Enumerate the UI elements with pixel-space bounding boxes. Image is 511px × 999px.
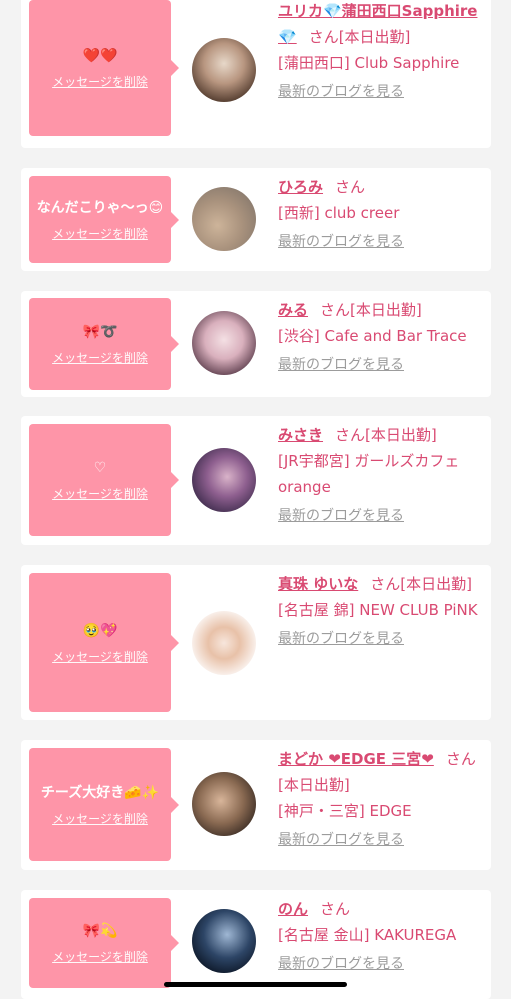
cast-name-link[interactable]: みる [278,301,308,319]
honorific: さん [320,900,351,918]
blog-link[interactable]: 最新のブログを見る [278,830,483,850]
avatar[interactable] [192,38,256,102]
message-card: 🎀➰ メッセージを削除 みる さん[本日出勤] [渋谷] Cafe and Bar… [21,291,491,397]
message-text: 🎀➰ [82,324,118,340]
delete-message-link[interactable]: メッセージを削除 [52,73,148,90]
status-badge: [本日出勤] [338,28,411,46]
message-text: 🎀💫 [82,923,118,939]
delete-message-link[interactable]: メッセージを削除 [52,225,148,242]
blog-link[interactable]: 最新のブログを見る [278,629,483,649]
shop-name: [JR宇都宮] ガールズカフェ orange [278,452,460,496]
avatar[interactable] [192,611,256,675]
message-bubble: なんだこりゃ〜っ😊 メッセージを削除 [29,176,179,263]
home-indicator[interactable] [164,982,347,987]
shop-name: [西新] club creer [278,204,400,222]
cast-name-link[interactable]: まどか ❤EDGE 三宮❤ [278,750,434,768]
honorific: さん [335,426,366,444]
message-card: 🥹💖 メッセージを削除 真珠 ゆいな さん[本日出勤] [名古屋 錦] NEW C… [21,565,491,720]
blog-link[interactable]: 最新のブログを見る [278,954,483,974]
honorific: さん [445,750,476,768]
avatar[interactable] [192,448,256,512]
message-bubble: 🎀➰ メッセージを削除 [29,298,179,390]
status-badge: [本日出勤] [350,301,422,319]
message-bubble: ❤️❤️ メッセージを削除 [29,0,179,136]
honorific: さん [320,301,351,319]
shop-name: [神戸・三宮] EDGE [278,802,412,820]
status-badge: [本日出勤] [400,575,472,593]
cast-name-link[interactable]: のん [278,900,308,918]
avatar[interactable] [192,311,256,375]
message-text: なんだこりゃ〜っ😊 [36,199,164,216]
shop-name: [名古屋 金山] KAKUREGA [278,926,457,944]
shop-name: [渋谷] Cafe and Bar Trace [278,327,467,345]
avatar[interactable] [192,772,256,836]
cast-name-link[interactable]: 真珠 ゆいな [278,575,358,593]
honorific: さん [370,575,401,593]
avatar[interactable] [192,187,256,251]
avatar[interactable] [192,909,256,973]
message-bubble: 🥹💖 メッセージを削除 [29,573,179,712]
shop-name: [名古屋 錦] NEW CLUB PiNK [278,601,478,619]
delete-message-link[interactable]: メッセージを削除 [52,349,148,366]
message-text: チーズ大好き🧀✨ [40,784,160,801]
blog-link[interactable]: 最新のブログを見る [278,232,483,252]
shop-name: [蒲田西口] Club Sapphire [278,54,460,72]
message-card: ♡ メッセージを削除 みさき さん[本日出勤] [JR宇都宮] ガールズカフェ o… [21,416,491,545]
delete-message-link[interactable]: メッセージを削除 [52,485,148,502]
message-card: ❤️❤️ メッセージを削除 ユリカ💎蒲田西口Sapphire💎 さん[本日出勤] … [21,0,491,148]
honorific: さん [335,178,366,196]
message-card: チーズ大好き🧀✨ メッセージを削除 まどか ❤EDGE 三宮❤ さん[本日出勤] … [21,740,491,870]
message-card: なんだこりゃ〜っ😊 メッセージを削除 ひろみ さん [西新] club creer… [21,168,491,271]
blog-link[interactable]: 最新のブログを見る [278,506,483,526]
message-bubble: ♡ メッセージを削除 [29,424,179,536]
message-text: ❤️❤️ [82,48,118,64]
blog-link[interactable]: 最新のブログを見る [278,82,483,102]
message-bubble: チーズ大好き🧀✨ メッセージを削除 [29,748,179,861]
message-text: 🥹💖 [82,622,118,639]
delete-message-link[interactable]: メッセージを削除 [52,948,148,965]
status-badge: [本日出勤] [365,426,437,444]
message-bubble: 🎀💫 メッセージを削除 [29,898,179,988]
honorific: さん [308,28,339,46]
delete-message-link[interactable]: メッセージを削除 [52,648,148,665]
delete-message-link[interactable]: メッセージを削除 [52,810,148,827]
cast-name-link[interactable]: みさき [278,426,323,444]
status-badge: [本日出勤] [278,776,350,794]
cast-name-link[interactable]: ひろみ [278,178,323,196]
blog-link[interactable]: 最新のブログを見る [278,355,483,375]
message-text: ♡ [93,460,107,476]
